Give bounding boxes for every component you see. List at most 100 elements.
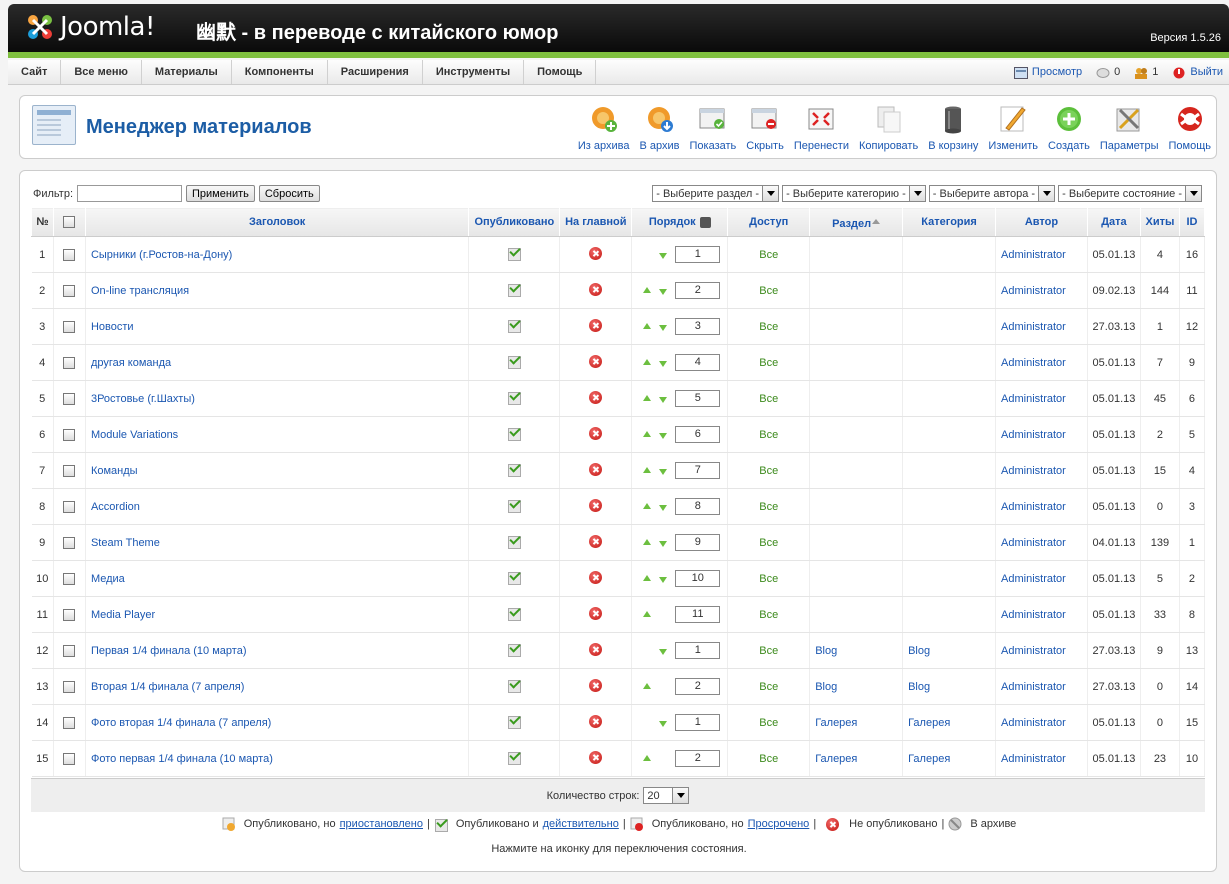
frontpage-toggle-icon[interactable] bbox=[589, 318, 603, 332]
category-link[interactable] bbox=[902, 272, 997, 309]
author-link[interactable]: Administrator bbox=[995, 416, 1088, 453]
frontpage-toggle-icon[interactable] bbox=[589, 714, 603, 728]
rows-count-select[interactable]: 20 bbox=[643, 787, 690, 804]
published-toggle-icon[interactable] bbox=[507, 534, 522, 549]
access-link[interactable]: Все bbox=[727, 380, 811, 417]
order-input[interactable]: 2 bbox=[675, 750, 721, 767]
move-up-icon[interactable] bbox=[643, 355, 652, 365]
frontpage-toggle-icon[interactable] bbox=[589, 678, 603, 692]
author-link[interactable]: Administrator bbox=[995, 452, 1088, 489]
col-section[interactable]: Раздел bbox=[809, 207, 904, 237]
published-toggle-icon[interactable] bbox=[507, 390, 522, 405]
select-all-checkbox[interactable] bbox=[63, 216, 76, 229]
logout-link[interactable]: Выйти bbox=[1172, 60, 1223, 85]
category-link[interactable] bbox=[902, 452, 997, 489]
access-link[interactable]: Все bbox=[727, 344, 811, 381]
row-checkbox[interactable] bbox=[63, 536, 76, 549]
row-checkbox[interactable] bbox=[63, 392, 76, 405]
row-checkbox[interactable] bbox=[63, 356, 76, 369]
move-down-icon[interactable] bbox=[659, 324, 668, 335]
col-id[interactable]: ID bbox=[1178, 207, 1206, 237]
edit-button[interactable]: Изменить bbox=[983, 104, 1043, 152]
published-toggle-icon[interactable] bbox=[507, 678, 522, 693]
published-toggle-icon[interactable] bbox=[507, 354, 522, 369]
order-input[interactable]: 1 bbox=[675, 246, 721, 263]
order-input[interactable]: 3 bbox=[675, 318, 721, 335]
access-link[interactable]: Все bbox=[727, 236, 811, 273]
state-select[interactable]: - Выберите состояние - bbox=[1058, 185, 1202, 202]
messages-status[interactable]: 0 bbox=[1096, 60, 1120, 85]
published-toggle-icon[interactable] bbox=[507, 642, 522, 657]
move-up-icon[interactable] bbox=[643, 535, 652, 545]
category-link[interactable]: Галерея bbox=[902, 704, 997, 741]
article-title-link[interactable]: Новости bbox=[85, 308, 470, 345]
section-link[interactable] bbox=[809, 596, 904, 633]
category-select[interactable]: - Выберите категорию - bbox=[782, 185, 926, 202]
parameters-button[interactable]: Параметры bbox=[1095, 104, 1164, 152]
order-input[interactable]: 4 bbox=[675, 354, 721, 371]
move-down-icon[interactable] bbox=[659, 504, 668, 515]
move-down-icon[interactable] bbox=[659, 648, 668, 659]
article-title-link[interactable]: Первая 1/4 финала (10 марта) bbox=[85, 632, 470, 669]
frontpage-toggle-icon[interactable] bbox=[589, 570, 603, 584]
article-title-link[interactable]: Вторая 1/4 финала (7 апреля) bbox=[85, 668, 470, 705]
published-toggle-icon[interactable] bbox=[507, 426, 522, 441]
section-link[interactable] bbox=[809, 344, 904, 381]
author-link[interactable]: Administrator bbox=[995, 560, 1088, 597]
author-link[interactable]: Administrator bbox=[995, 740, 1088, 777]
col-published[interactable]: Опубликовано bbox=[468, 207, 561, 237]
move-up-icon[interactable] bbox=[643, 571, 652, 581]
unarchive-button[interactable]: Из архива bbox=[573, 104, 635, 152]
section-link[interactable] bbox=[809, 236, 904, 273]
order-input[interactable]: 7 bbox=[675, 462, 721, 479]
section-link[interactable]: Галерея bbox=[809, 740, 904, 777]
published-toggle-icon[interactable] bbox=[507, 462, 522, 477]
new-button[interactable]: Создать bbox=[1043, 104, 1095, 152]
order-input[interactable]: 1 bbox=[675, 642, 721, 659]
published-toggle-icon[interactable] bbox=[507, 318, 522, 333]
move-down-icon[interactable] bbox=[659, 396, 668, 407]
order-input[interactable]: 8 bbox=[675, 498, 721, 515]
access-link[interactable]: Все bbox=[727, 272, 811, 309]
col-access[interactable]: Доступ bbox=[727, 207, 811, 237]
published-toggle-icon[interactable] bbox=[507, 606, 522, 621]
published-toggle-icon[interactable] bbox=[507, 246, 522, 261]
move-up-icon[interactable] bbox=[643, 499, 652, 509]
order-input[interactable]: 2 bbox=[675, 678, 721, 695]
row-checkbox[interactable] bbox=[63, 644, 76, 657]
author-link[interactable]: Administrator bbox=[995, 380, 1088, 417]
row-checkbox[interactable] bbox=[63, 248, 76, 261]
move-down-icon[interactable] bbox=[659, 360, 668, 371]
article-title-link[interactable]: Сырники (г.Ростов-на-Дону) bbox=[85, 236, 470, 273]
published-toggle-icon[interactable] bbox=[507, 750, 522, 765]
category-link[interactable] bbox=[902, 344, 997, 381]
row-checkbox[interactable] bbox=[63, 320, 76, 333]
published-toggle-icon[interactable] bbox=[507, 714, 522, 729]
access-link[interactable]: Все bbox=[727, 668, 811, 705]
frontpage-toggle-icon[interactable] bbox=[589, 534, 603, 548]
article-title-link[interactable]: 3Ростовье (г.Шахты) bbox=[85, 380, 470, 417]
section-link[interactable] bbox=[809, 560, 904, 597]
category-link[interactable] bbox=[902, 524, 997, 561]
order-input[interactable]: 10 bbox=[675, 570, 721, 587]
copy-button[interactable]: Копировать bbox=[854, 104, 923, 152]
access-link[interactable]: Все bbox=[727, 560, 811, 597]
move-button[interactable]: Перенести bbox=[789, 104, 854, 152]
row-checkbox[interactable] bbox=[63, 500, 76, 513]
published-toggle-icon[interactable] bbox=[507, 570, 522, 585]
apply-button[interactable]: Применить bbox=[186, 185, 255, 202]
frontpage-toggle-icon[interactable] bbox=[589, 462, 603, 476]
author-link[interactable]: Administrator bbox=[995, 344, 1088, 381]
users-status[interactable]: 1 bbox=[1134, 60, 1158, 85]
published-toggle-icon[interactable] bbox=[507, 498, 522, 513]
access-link[interactable]: Все bbox=[727, 488, 811, 525]
section-link[interactable] bbox=[809, 272, 904, 309]
article-title-link[interactable]: On-line трансляция bbox=[85, 272, 470, 309]
section-link[interactable] bbox=[809, 488, 904, 525]
row-checkbox[interactable] bbox=[63, 680, 76, 693]
move-up-icon[interactable] bbox=[643, 463, 652, 473]
section-select[interactable]: - Выберите раздел - bbox=[652, 185, 780, 202]
move-down-icon[interactable] bbox=[659, 720, 668, 731]
row-checkbox[interactable] bbox=[63, 572, 76, 585]
article-title-link[interactable]: Медиа bbox=[85, 560, 470, 597]
